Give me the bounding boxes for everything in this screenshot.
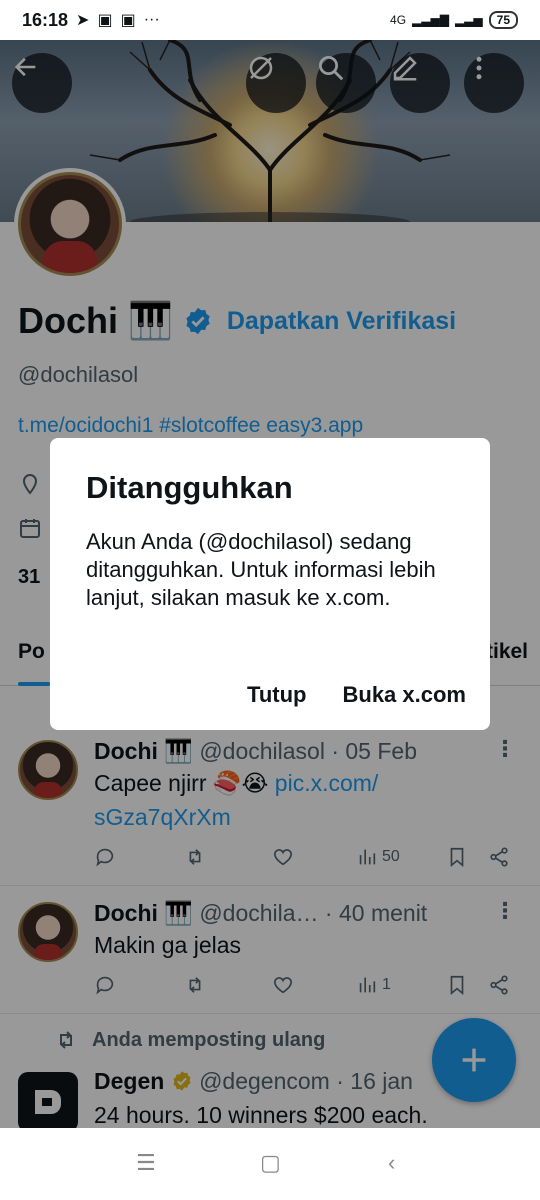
close-button[interactable]: Tutup (247, 682, 306, 708)
recent-apps-icon[interactable]: ☰ (136, 1150, 156, 1176)
telegram-icon: ➤ (76, 12, 90, 29)
signal-icon: ▂▃▅▇ (412, 13, 449, 27)
suspended-dialog: Ditangguhkan Akun Anda (@dochilasol) sed… (50, 438, 490, 730)
status-bar: 16:18 ➤ ▣ ▣ ··· 4G ▂▃▅▇ ▂▃▅ 75 (0, 0, 540, 40)
instagram-icon: ▣ (97, 12, 113, 29)
system-nav-bar: ☰ ▢ ‹ (0, 1128, 540, 1200)
back-nav-icon[interactable]: ‹ (388, 1150, 395, 1176)
status-time: 16:18 (22, 9, 69, 30)
open-x-button[interactable]: Buka x.com (343, 682, 467, 708)
dialog-message: Akun Anda (@dochilasol) sedang ditangguh… (86, 529, 436, 610)
signal-icon-2: ▂▃▅ (454, 13, 483, 27)
battery-indicator: 75 (488, 11, 518, 29)
network-label: 4G (390, 13, 407, 27)
more-notifications-icon: ··· (143, 11, 160, 28)
home-icon[interactable]: ▢ (260, 1150, 281, 1176)
instagram-icon-2: ▣ (120, 12, 136, 29)
dialog-title: Ditangguhkan (86, 470, 293, 505)
